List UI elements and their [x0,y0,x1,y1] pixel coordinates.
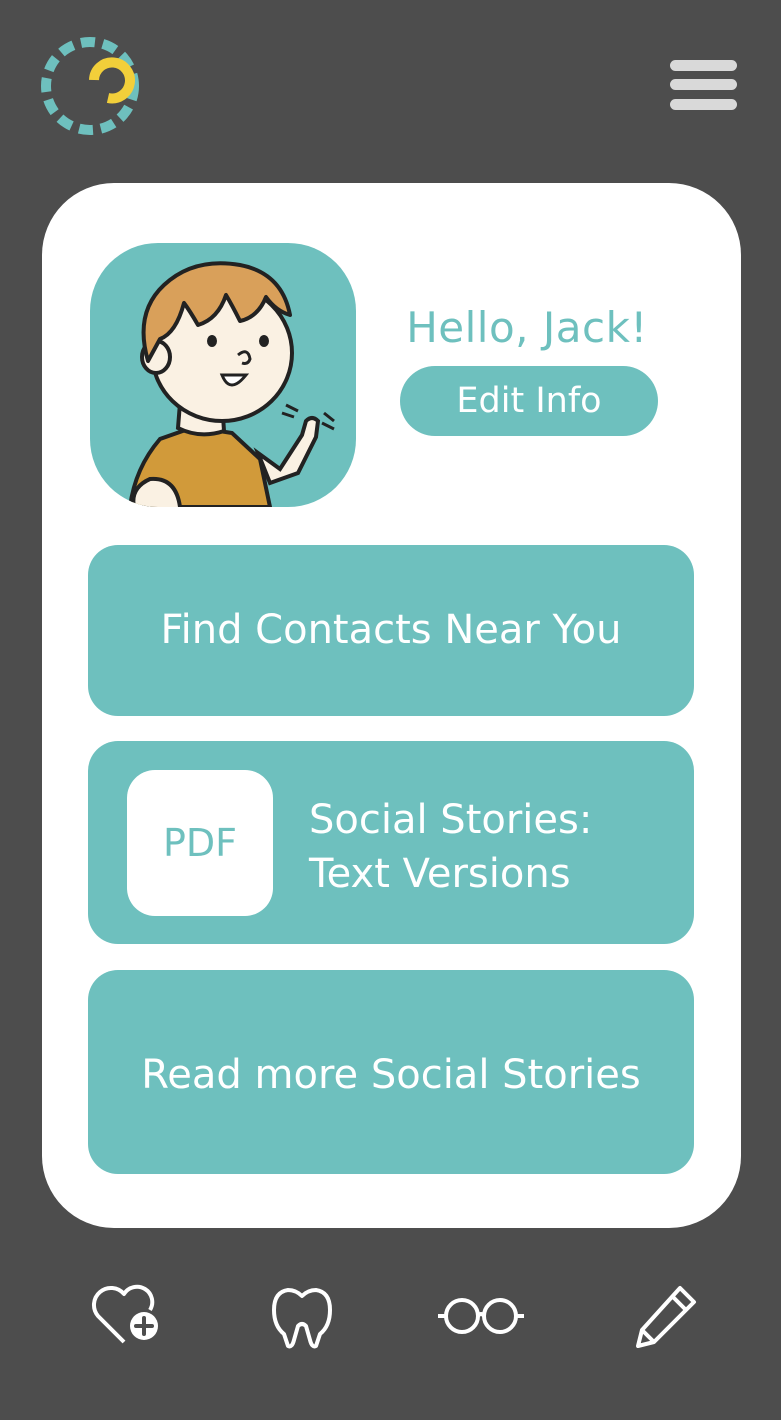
edit-info-button[interactable]: Edit Info [400,366,658,436]
find-contacts-button[interactable]: Find Contacts Near You [88,545,694,716]
social-stories-pdf-button[interactable]: PDF Social Stories: Text Versions [88,741,694,944]
find-contacts-label: Find Contacts Near You [160,607,622,653]
pdf-badge: PDF [127,770,273,916]
read-more-label: Read more Social Stories [141,1052,641,1098]
hamburger-menu-icon[interactable] [668,56,740,116]
menu-bar-top [670,60,737,71]
pencil-icon[interactable] [624,1270,714,1360]
profile-card: Hello, Jack! Edit Info Find Contacts Nea… [42,183,741,1228]
pdf-label-line-1: Social Stories: [309,797,593,843]
social-stories-pdf-label: Social Stories: Text Versions [309,793,669,901]
bottom-nav [0,1270,781,1360]
pdf-label-line-2: Text Versions [309,851,571,897]
menu-bar-middle [670,79,737,90]
read-more-stories-button[interactable]: Read more Social Stories [88,970,694,1174]
waving-boy-avatar [90,243,356,507]
greeting-text: Hello, Jack! [406,303,648,352]
glasses-icon[interactable] [436,1270,526,1360]
loading-ring-logo [41,37,139,135]
tooth-icon[interactable] [258,1270,348,1360]
heart-plus-icon[interactable] [80,1270,170,1360]
menu-bar-bottom [670,99,737,110]
